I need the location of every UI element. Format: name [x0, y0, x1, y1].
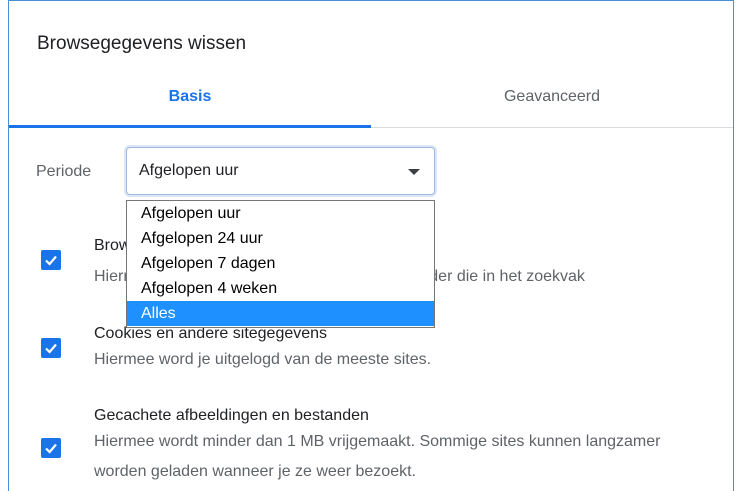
clear-browsing-data-dialog: Browsegegevens wissen Basis Geavanceerd … [8, 0, 734, 491]
period-option[interactable]: Afgelopen 4 weken [127, 276, 434, 301]
period-label: Periode [36, 163, 92, 180]
period-select-value: Afgelopen uur [139, 162, 239, 179]
cookies-checkbox[interactable] [41, 338, 61, 358]
period-select[interactable]: Afgelopen uur [126, 147, 435, 195]
checkmark-icon [45, 443, 57, 454]
dropdown-arrow-icon [408, 169, 420, 175]
period-option[interactable]: Afgelopen 7 dagen [127, 251, 434, 276]
period-option[interactable]: Afgelopen uur [127, 201, 434, 226]
period-option-selected[interactable]: Alles [127, 301, 434, 326]
tab-bar: Basis Geavanceerd [9, 71, 733, 128]
cached-images-title: Gecachete afbeeldingen en bestanden [94, 407, 369, 424]
dialog-title: Browsegegevens wissen [37, 33, 247, 54]
period-option[interactable]: Afgelopen 24 uur [127, 226, 434, 251]
period-dropdown-list: Afgelopen uur Afgelopen 24 uur Afgelopen… [126, 200, 435, 328]
tab-advanced[interactable]: Geavanceerd [371, 71, 733, 127]
cached-images-description: Hiermee wordt minder dan 1 MB vrijgemaak… [94, 433, 661, 480]
browsing-history-checkbox[interactable] [41, 250, 61, 270]
checkmark-icon [45, 343, 57, 354]
tab-basis[interactable]: Basis [9, 71, 371, 128]
cached-images-checkbox[interactable] [41, 438, 61, 458]
checkmark-icon [45, 255, 57, 266]
cookies-description: Hiermee word je uitgelogd van de meeste … [94, 351, 432, 368]
